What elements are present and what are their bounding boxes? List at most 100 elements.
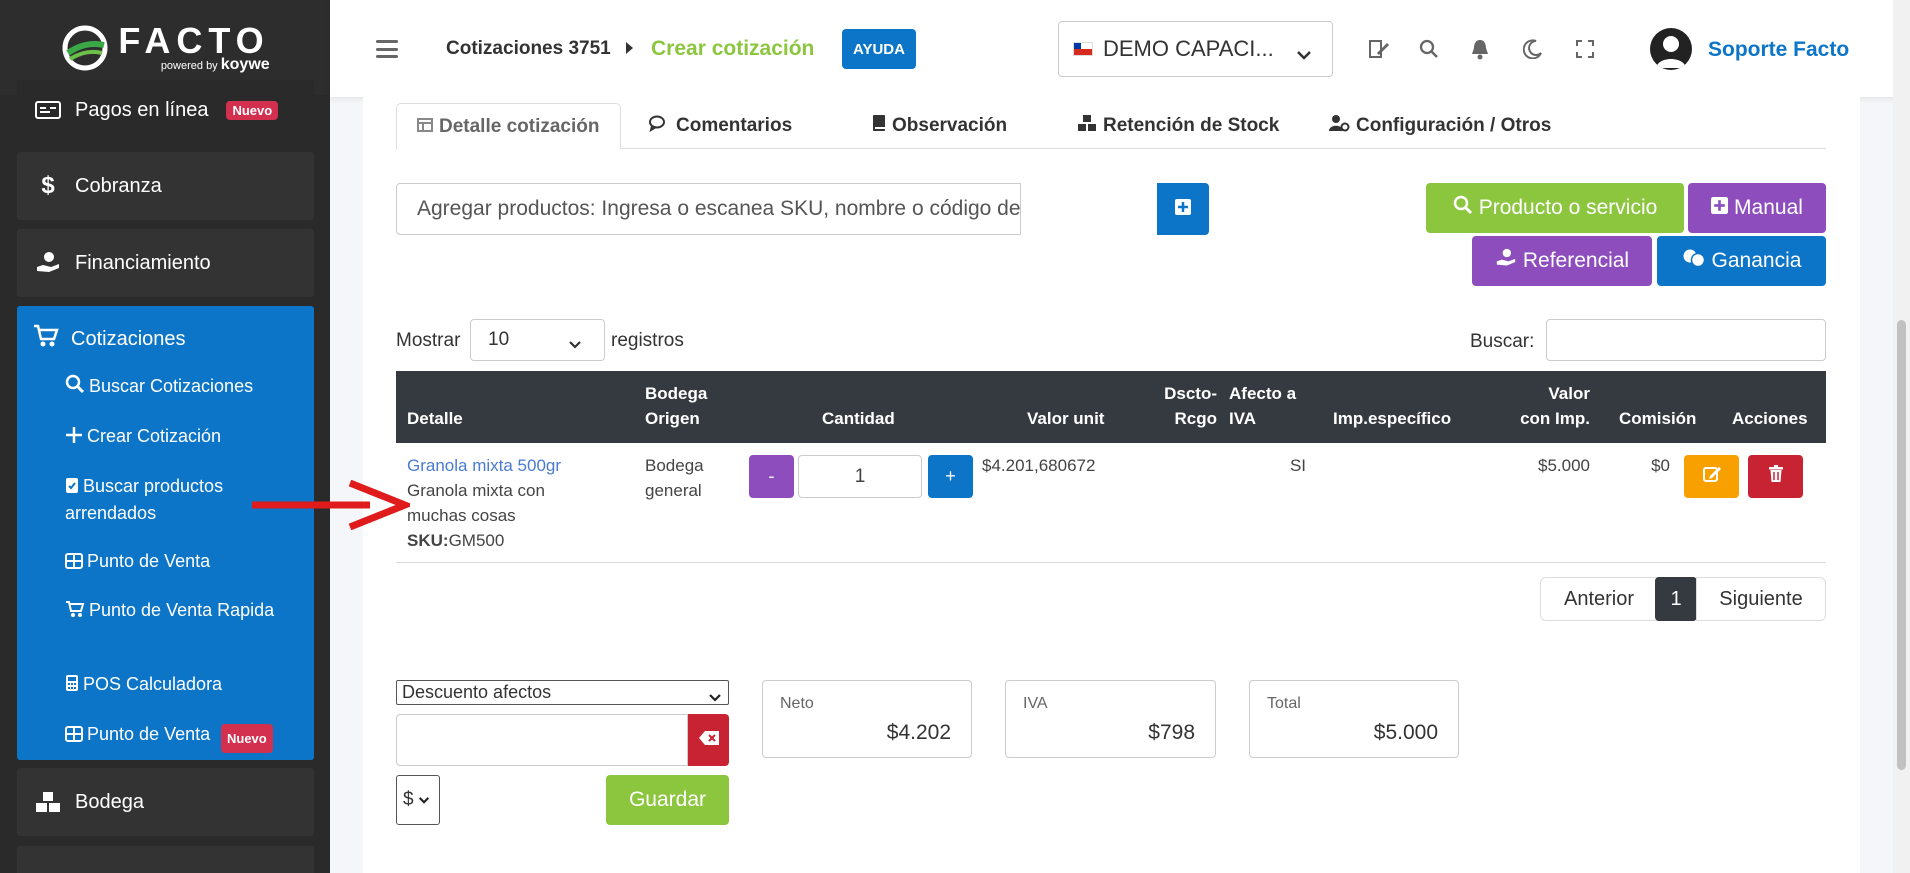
edit-icon — [1702, 464, 1722, 489]
subitem-punto-de-venta-nuevo[interactable]: Punto de Venta Nuevo — [65, 722, 295, 753]
quantity-increase-button[interactable]: + — [928, 455, 973, 498]
subitem-buscar-cotizaciones[interactable]: Buscar Cotizaciones — [65, 374, 295, 401]
subitem-punto-de-venta[interactable]: Punto de Venta — [65, 549, 295, 576]
coins-icon — [1682, 248, 1706, 274]
help-button[interactable]: AYUDA — [842, 29, 916, 69]
col-cantidad[interactable]: Cantidad — [822, 406, 895, 431]
col-valor-con-imp[interactable]: Valor con Imp. — [1508, 381, 1590, 431]
top-header: Cotizaciones 3751 Crear cotización AYUDA… — [330, 0, 1910, 97]
sign-document-icon[interactable] — [1366, 36, 1392, 62]
save-button[interactable]: Guardar — [606, 775, 729, 825]
fullscreen-icon[interactable] — [1572, 36, 1598, 62]
search-icon — [1453, 195, 1473, 221]
company-selector[interactable]: DEMO CAPACI... — [1058, 21, 1333, 77]
breadcrumb-current: Crear cotización — [651, 37, 815, 60]
sidebar-item-bodega[interactable]: Bodega — [17, 768, 314, 836]
col-dscto-rcgo[interactable]: Dscto- Rcgo — [1153, 381, 1217, 431]
red-arrow-annotation — [252, 480, 410, 530]
sidebar-item-cobranza[interactable]: $ Cobranza — [17, 152, 314, 220]
quantity-input[interactable]: 1 — [798, 455, 922, 498]
book-icon — [872, 114, 886, 138]
quantity-decrease-button[interactable]: - — [749, 455, 794, 498]
users-cog-icon — [1328, 114, 1350, 138]
iva-box: IVA $798 — [1005, 680, 1216, 758]
table-search-input[interactable] — [1546, 319, 1826, 361]
show-label: Mostrar — [396, 330, 461, 351]
product-desc-line-1: Granola mixta con — [407, 481, 545, 500]
scrollbar-thumb[interactable] — [1897, 320, 1906, 770]
pagination-page-1[interactable]: 1 — [1655, 577, 1697, 621]
tab-comentarios[interactable]: Comentarios — [628, 103, 812, 149]
table-header: Detalle Bodega Origen Cantidad Valor unit… — [396, 371, 1826, 443]
discount-type-select[interactable]: Descuento afectos — [396, 680, 729, 705]
product-desc-line-2: muchas cosas — [407, 506, 516, 525]
product-name-link[interactable]: Granola mixta 500gr — [407, 453, 607, 478]
company-name: DEMO CAPACI... — [1103, 36, 1274, 61]
page-length-select[interactable]: 10 — [470, 319, 605, 361]
tab-observacion[interactable]: Observación — [852, 103, 1027, 149]
pagination-previous[interactable]: Anterior — [1540, 577, 1658, 621]
sidebar-item-cotizaciones[interactable]: Cotizaciones — [33, 324, 186, 354]
valor-con-imp: $5.000 — [1538, 456, 1590, 475]
caret-right-icon — [626, 42, 633, 54]
avatar[interactable] — [1650, 28, 1692, 70]
grid-icon — [65, 551, 83, 576]
neto-value: $4.202 — [886, 721, 951, 744]
plus-square-icon — [1711, 196, 1729, 220]
ganancia-button[interactable]: Ganancia — [1657, 236, 1826, 286]
new-badge: Nuevo — [226, 100, 279, 120]
hamburger-menu-icon[interactable] — [376, 40, 398, 58]
user-name[interactable]: Soporte Facto — [1708, 38, 1849, 62]
subitem-crear-cotizacion[interactable]: Crear Cotización — [65, 424, 295, 451]
col-imp-especifico[interactable]: Imp.específico — [1333, 406, 1451, 431]
clear-discount-button[interactable] — [688, 714, 729, 766]
add-product-button[interactable] — [1157, 183, 1209, 235]
col-detalle[interactable]: Detalle — [407, 406, 463, 431]
sidebar-item-partial[interactable] — [17, 846, 314, 873]
discount-input[interactable] — [396, 714, 688, 766]
product-sku: SKU:GM500 — [407, 531, 505, 550]
neto-box: Neto $4.202 — [762, 680, 972, 758]
logo-subtext: powered by koywe — [160, 56, 270, 73]
breadcrumb-parent[interactable]: Cotizaciones 3751 — [446, 38, 611, 60]
col-valor-unit[interactable]: Valor unit — [1027, 406, 1104, 431]
new-badge: Nuevo — [221, 724, 273, 753]
manual-button[interactable]: Manual — [1688, 183, 1826, 233]
pagination-next[interactable]: Siguiente — [1696, 577, 1826, 621]
facto-logo-icon — [62, 25, 108, 70]
product-detail: Granola mixta 500gr Granola mixta con mu… — [407, 453, 607, 553]
add-products-input[interactable]: Agregar productos: Ingresa o escanea SKU… — [396, 183, 1021, 235]
currency-select[interactable]: $ — [396, 775, 440, 825]
tab-detalle-cotizacion[interactable]: Detalle cotización — [396, 103, 621, 150]
search-icon[interactable] — [1416, 36, 1442, 62]
product-or-service-button[interactable]: Producto o servicio — [1426, 183, 1684, 233]
sidebar-section-cotizaciones: Cotizaciones Buscar Cotizaciones Crear C… — [17, 306, 314, 760]
total-box: Total $5.000 — [1249, 680, 1459, 758]
col-afecto-iva[interactable]: Afecto a IVA — [1229, 381, 1296, 431]
records-label: registros — [611, 330, 684, 351]
col-acciones: Acciones — [1732, 409, 1808, 428]
total-label: Total — [1267, 695, 1301, 712]
bell-icon[interactable] — [1467, 36, 1493, 62]
sidebar-item-pagos-en-linea[interactable]: Pagos en línea Nuevo — [17, 80, 314, 140]
col-comision[interactable]: Comisión — [1619, 406, 1696, 431]
sidebar-item-label: Cobranza — [75, 174, 162, 197]
backspace-icon — [698, 730, 720, 751]
sidebar-item-label: Bodega — [75, 790, 144, 813]
edit-button[interactable] — [1684, 455, 1739, 498]
sidebar-item-financiamiento[interactable]: Financiamiento — [17, 229, 314, 297]
referencial-button[interactable]: Referencial — [1472, 236, 1652, 286]
col-bodega[interactable]: Bodega Origen — [645, 381, 707, 431]
total-value: $5.000 — [1373, 721, 1438, 744]
subitem-punto-de-venta-rapida[interactable]: Punto de Venta Rapida — [65, 598, 295, 625]
sidebar-item-label: Pagos en línea — [75, 98, 209, 121]
tab-retencion-de-stock[interactable]: Retención de Stock — [1057, 103, 1299, 149]
calculator-icon — [65, 674, 79, 699]
delete-button[interactable] — [1748, 455, 1803, 498]
moon-icon[interactable] — [1520, 36, 1546, 62]
iva-value: $798 — [1148, 721, 1195, 744]
subitem-pos-calculadora[interactable]: POS Calculadora — [65, 672, 295, 699]
sidebar: FACTO powered by koywe Pagos en línea Nu… — [0, 0, 330, 873]
iva-label: IVA — [1023, 695, 1048, 712]
tab-configuracion-otros[interactable]: Configuración / Otros — [1308, 103, 1571, 149]
